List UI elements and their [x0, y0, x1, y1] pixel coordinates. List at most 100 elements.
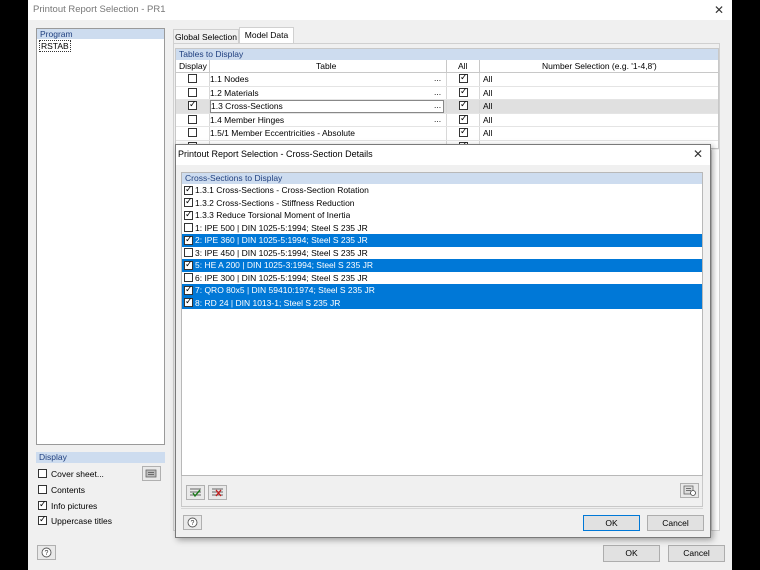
- display-option[interactable]: Info pictures: [38, 499, 138, 512]
- table-row-name: 1.1 Nodes: [210, 74, 249, 84]
- display-option-checkbox[interactable]: [38, 469, 47, 478]
- tab-model-data[interactable]: Model Data: [239, 27, 294, 44]
- cross-section-label: 2: IPE 360 | DIN 1025-5:1994; Steel S 23…: [195, 235, 368, 245]
- table-row-display-checkbox[interactable]: [188, 128, 197, 137]
- table-row-name: 1.4 Member Hinges: [210, 114, 285, 125]
- cross-section-item[interactable]: 3: IPE 450 | DIN 1025-5:1994; Steel S 23…: [182, 247, 702, 260]
- display-option-checkbox[interactable]: [38, 485, 47, 494]
- table-row[interactable]: 1.4 Member Hinges... All: [176, 113, 718, 127]
- display-option-checkbox[interactable]: [38, 499, 47, 510]
- deselect-all-button[interactable]: [208, 485, 227, 500]
- cross-section-checkbox[interactable]: [184, 284, 193, 295]
- cross-section-checkbox[interactable]: [184, 184, 193, 195]
- table-row-all-checkbox[interactable]: [459, 126, 468, 137]
- table-row-number-selection[interactable]: All: [483, 101, 492, 111]
- cross-section-label: 1.3.2 Cross-Sections - Stiffness Reducti…: [195, 197, 355, 208]
- cross-section-item[interactable]: 1: IPE 500 | DIN 1025-5:1994; Steel S 23…: [182, 222, 702, 235]
- cover-sheet-edit-button[interactable]: [142, 466, 161, 481]
- cross-section-item[interactable]: 5: HE A 200 | DIN 1025-3:1994; Steel S 2…: [182, 259, 702, 272]
- table-row-all-checkbox[interactable]: [459, 86, 468, 97]
- column-display: Display: [179, 61, 207, 71]
- details-close-icon[interactable]: ✕: [691, 148, 705, 160]
- details-options-button[interactable]: [680, 483, 699, 498]
- cross-section-item[interactable]: 2: IPE 360 | DIN 1025-5:1994; Steel S 23…: [182, 234, 702, 247]
- table-row[interactable]: 1.3 Cross-Sections... All: [176, 99, 718, 114]
- main-ok-button[interactable]: OK: [603, 545, 660, 562]
- main-cancel-button[interactable]: Cancel: [668, 545, 725, 562]
- cross-section-item[interactable]: 6: IPE 300 | DIN 1025-5:1994; Steel S 23…: [182, 272, 702, 285]
- details-cancel-button[interactable]: Cancel: [647, 515, 704, 531]
- cross-section-label: 1.3.1 Cross-Sections - Cross-Section Rot…: [195, 185, 369, 195]
- tables-header: Tables to Display: [176, 49, 718, 60]
- cross-section-checkbox[interactable]: [184, 196, 193, 207]
- table-row-number-selection[interactable]: All: [483, 128, 492, 138]
- cross-section-checkbox[interactable]: [184, 209, 193, 220]
- cross-section-checkbox[interactable]: [184, 259, 193, 270]
- details-footer-divider: [181, 508, 703, 509]
- table-row-all-checkbox[interactable]: [459, 72, 468, 83]
- display-option[interactable]: Contents: [38, 484, 138, 496]
- main-help-button[interactable]: ?: [37, 545, 56, 560]
- cross-section-label: 8: RD 24 | DIN 1013-1; Steel S 235 JR: [195, 297, 341, 308]
- cross-section-item[interactable]: 1.3.1 Cross-Sections - Cross-Section Rot…: [182, 184, 702, 197]
- details-help-button[interactable]: ?: [183, 515, 202, 530]
- details-list-toolbar: [181, 476, 703, 507]
- display-option-label: Contents: [51, 485, 86, 495]
- table-row-browse-button[interactable]: ...: [434, 73, 441, 83]
- details-title: Printout Report Selection - Cross-Sectio…: [178, 149, 373, 159]
- cross-section-item[interactable]: 1.3.3 Reduce Torsional Moment of Inertia: [182, 209, 702, 222]
- cross-section-label: 3: IPE 450 | DIN 1025-5:1994; Steel S 23…: [195, 247, 368, 258]
- cross-section-item[interactable]: 7: QRO 80x5 | DIN 59410:1974; Steel S 23…: [182, 284, 702, 297]
- cross-section-checkbox[interactable]: [184, 273, 193, 282]
- table-row-number-selection[interactable]: All: [483, 74, 492, 84]
- table-row-display-checkbox[interactable]: [188, 114, 197, 124]
- cross-sections-list: Cross-Sections to Display 1.3.1 Cross-Se…: [181, 172, 703, 476]
- tables-column-headers: Display Table All Number Selection (e.g.…: [176, 60, 718, 73]
- table-row[interactable]: 1.5/1 Member Eccentricities - Absolute Al…: [176, 126, 718, 141]
- display-header: Display: [36, 452, 165, 463]
- cross-section-label: 1.3.3 Reduce Torsional Moment of Inertia: [195, 210, 351, 220]
- table-row-browse-button[interactable]: ...: [434, 114, 441, 124]
- program-header: Program: [37, 29, 164, 39]
- cross-section-checkbox[interactable]: [184, 223, 193, 232]
- table-row-display-checkbox[interactable]: [188, 99, 197, 110]
- table-row[interactable]: 1.2 Materials... All: [176, 86, 718, 100]
- check-all-icon: [190, 488, 201, 498]
- table-row-number-selection[interactable]: All: [483, 115, 492, 125]
- table-row-number-selection[interactable]: All: [483, 88, 492, 98]
- column-number-selection: Number Selection (e.g. '1-4,8'): [542, 61, 657, 71]
- select-all-button[interactable]: [186, 485, 205, 500]
- table-row-browse-button[interactable]: ...: [434, 100, 441, 110]
- cross-section-item[interactable]: 1.3.2 Cross-Sections - Stiffness Reducti…: [182, 196, 702, 210]
- table-row-display-checkbox[interactable]: [188, 74, 197, 83]
- table-row-all-checkbox[interactable]: [459, 113, 468, 124]
- tab-global-selection[interactable]: Global Selection: [173, 29, 239, 43]
- display-option[interactable]: Cover sheet...: [38, 468, 138, 480]
- display-option-checkbox[interactable]: [38, 514, 47, 525]
- program-item-rstab[interactable]: RSTAB: [39, 40, 71, 52]
- table-row-browse-button[interactable]: ...: [434, 87, 441, 97]
- table-row-all-checkbox[interactable]: [459, 99, 468, 110]
- help-icon: ?: [41, 547, 52, 558]
- main-window-title: Printout Report Selection - PR1: [33, 4, 166, 15]
- cross-sections-header: Cross-Sections to Display: [182, 173, 702, 184]
- details-ok-button[interactable]: OK: [583, 515, 640, 531]
- table-row-display-checkbox[interactable]: [188, 87, 197, 97]
- cross-section-checkbox[interactable]: [184, 248, 193, 257]
- table-row-name: 1.2 Materials: [210, 87, 259, 98]
- display-option[interactable]: Uppercase titles: [38, 514, 138, 527]
- cross-section-checkbox[interactable]: [184, 234, 193, 245]
- column-table: Table: [316, 61, 337, 71]
- program-panel: Program RSTAB: [36, 28, 165, 445]
- cross-section-item[interactable]: 8: RD 24 | DIN 1013-1; Steel S 235 JR: [182, 296, 702, 309]
- cross-section-label: 6: IPE 300 | DIN 1025-5:1994; Steel S 23…: [195, 272, 368, 283]
- main-close-icon[interactable]: ✕: [712, 4, 726, 16]
- column-all: All: [458, 61, 468, 71]
- table-row[interactable]: 1.1 Nodes... All: [176, 72, 718, 87]
- cross-section-label: 7: QRO 80x5 | DIN 59410:1974; Steel S 23…: [195, 285, 375, 295]
- svg-text:?: ?: [191, 520, 195, 527]
- cross-section-checkbox[interactable]: [184, 296, 193, 307]
- list-settings-icon: [683, 485, 696, 496]
- edit-list-icon: [145, 469, 157, 478]
- uncheck-all-icon: [212, 488, 223, 497]
